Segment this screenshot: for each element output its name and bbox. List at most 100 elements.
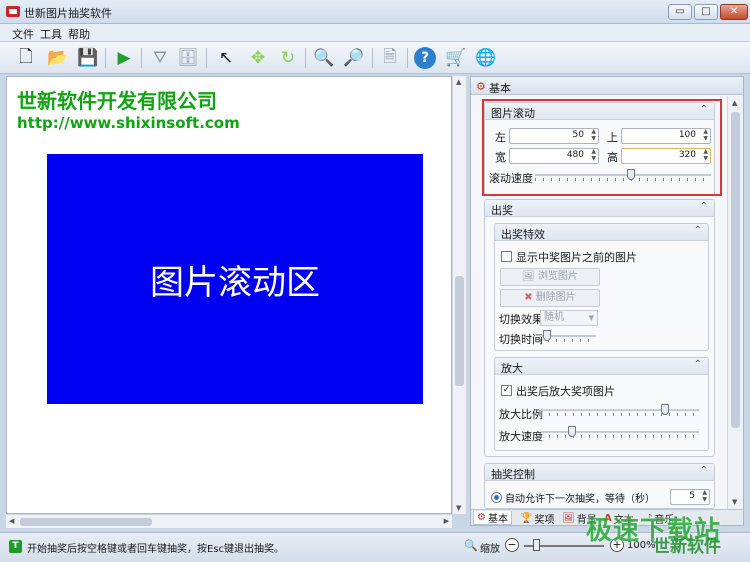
title-bar: 世新图片抽奖软件 ▭ □ ✕	[0, 0, 750, 24]
slider-thumb[interactable]	[543, 330, 551, 341]
minimize-button[interactable]: ▭	[668, 4, 692, 20]
auto-next-radio[interactable]	[491, 492, 502, 503]
move-icon[interactable]: ✥	[246, 46, 270, 70]
toolbar-separator	[372, 48, 373, 68]
enlarge-section: 放大 ⌃ ✓ 出奖后放大奖项图片 放大比例 放大速度	[494, 357, 709, 451]
section-header[interactable]: 抽奖控制 ⌃	[485, 464, 714, 481]
enlarge-speed-label: 放大速度	[499, 430, 543, 443]
section-header[interactable]: 出奖特效 ⌃	[495, 224, 708, 241]
pointer-icon[interactable]: ↖	[214, 46, 238, 70]
image-scroll-area-label: 图片滚动区	[150, 262, 320, 303]
gear-icon: ⚙	[476, 80, 486, 93]
collapse-icon[interactable]: ⌃	[694, 359, 702, 370]
zoom-out-button[interactable]: −	[505, 538, 519, 552]
browse-images-button[interactable]: 🖼 浏览图片	[500, 268, 600, 286]
tab-label: 基本	[487, 514, 508, 525]
tab-prizes[interactable]: 🏆 奖项	[517, 511, 557, 526]
toolbar-separator	[407, 48, 408, 68]
show-previous-label: 显示中奖图片之前的图片	[516, 251, 637, 264]
tab-label: 奖项	[534, 514, 555, 526]
status-icon: T	[9, 540, 22, 553]
panel-header: ⚙ 基本	[471, 77, 743, 95]
scroll-left-icon[interactable]: ◀	[9, 517, 14, 525]
zoom-slider-thumb[interactable]	[533, 539, 540, 551]
switch-effect-label: 切换效果	[499, 313, 543, 326]
toolbar-separator	[206, 48, 207, 68]
highlight-box	[482, 99, 722, 196]
scrollbar-thumb[interactable]	[731, 112, 740, 428]
zoom-label: 缩放	[480, 544, 500, 555]
scrollbar-thumb[interactable]	[455, 276, 464, 386]
section-title: 出奖	[491, 204, 513, 217]
chevron-down-icon: ▼	[588, 314, 594, 322]
section-header[interactable]: 出奖 ⌃	[485, 200, 714, 217]
page-icon[interactable]: 🗎	[378, 46, 402, 70]
zoom-in-icon[interactable]: 🔍	[312, 46, 336, 70]
enlarge-checkbox[interactable]: ✓	[501, 385, 512, 396]
scroll-up-icon[interactable]: ▲	[456, 78, 461, 86]
company-url: http://www.shixinsoft.com	[17, 114, 240, 132]
auto-next-label: 自动允许下一次抽奖，等待（秒）	[505, 494, 655, 505]
section-title: 抽奖控制	[491, 468, 535, 481]
scroll-right-icon[interactable]: ▶	[444, 517, 449, 525]
close-button[interactable]: ✕	[720, 4, 748, 20]
canvas-vertical-scrollbar[interactable]: ▲ ▼	[452, 76, 466, 514]
wait-seconds-field[interactable]: 5 ▲ ▼	[670, 489, 710, 505]
watermark-brand: 世新软件	[653, 537, 721, 557]
delete-icon: ✖	[524, 292, 533, 303]
toolbar: 🗋 📂 💾 ▶ ⛛ 🗄 ↖ ✥ ↻ 🔍 🔎 🗎 ? 🛒 🌐	[0, 42, 750, 74]
help-icon[interactable]: ?	[414, 47, 436, 69]
delete-images-button[interactable]: ✖ 删除图片	[500, 289, 600, 307]
refresh-icon[interactable]: ↻	[276, 46, 300, 70]
app-icon	[6, 6, 20, 17]
prize-icon: 🏆	[520, 512, 533, 524]
switch-time-slider[interactable]	[540, 330, 596, 344]
globe-icon[interactable]: 🌐	[474, 46, 498, 70]
filter-icon[interactable]: ⛛	[148, 46, 172, 70]
maximize-button[interactable]: □	[694, 4, 718, 20]
preview-canvas: 世新软件开发有限公司 http://www.shixinsoft.com 图片滚…	[6, 76, 452, 514]
switch-time-label: 切换时间	[499, 333, 543, 346]
image-scroll-area[interactable]: 图片滚动区	[47, 154, 423, 404]
scrollbar-thumb[interactable]	[20, 518, 152, 526]
scroll-up-icon[interactable]: ▲	[732, 99, 737, 107]
prize-section: 出奖 ⌃ 出奖特效 ⌃ 显示中奖图片之前的图片 🖼 浏览图片 ✖ 删除图片 切换…	[484, 199, 715, 457]
show-previous-checkbox[interactable]	[501, 251, 512, 262]
collapse-icon[interactable]: ⌃	[694, 225, 702, 236]
toolbar-separator	[305, 48, 306, 68]
status-text: 开始抽奖后按空格键或者回车键抽奖，按Esc键退出抽奖。	[27, 544, 285, 555]
menu-help[interactable]: 帮助	[68, 26, 90, 42]
zoom-out-icon[interactable]: 🔎	[342, 46, 366, 70]
toolbar-separator	[141, 48, 142, 68]
scroll-down-icon[interactable]: ▼	[456, 504, 461, 512]
canvas-horizontal-scrollbar[interactable]: ◀ ▶	[6, 514, 452, 528]
slider-thumb[interactable]	[568, 426, 576, 437]
browse-images-label: 浏览图片	[537, 271, 578, 282]
menu-tools[interactable]: 工具	[40, 26, 62, 42]
cart-icon[interactable]: 🛒	[444, 46, 468, 70]
enlarge-ratio-slider[interactable]	[541, 404, 699, 418]
enlarge-ratio-label: 放大比例	[499, 408, 543, 421]
save-icon[interactable]: 💾	[76, 46, 100, 70]
panel-scrollbar[interactable]: ▲ ▼	[727, 96, 743, 509]
section-header[interactable]: 放大 ⌃	[495, 358, 708, 375]
database-icon[interactable]: 🗄	[176, 46, 200, 70]
open-icon[interactable]: 📂	[46, 46, 70, 70]
new-icon[interactable]: 🗋	[14, 46, 38, 70]
play-icon[interactable]: ▶	[112, 46, 136, 70]
image-icon: 🖼	[522, 271, 535, 282]
enlarge-speed-slider[interactable]	[541, 426, 699, 440]
switch-effect-select[interactable]: 随机 ▼	[540, 310, 598, 326]
tab-basic[interactable]: ⚙ 基本	[473, 511, 512, 525]
menu-bar: 文件 工具 帮助	[0, 24, 750, 42]
collapse-icon[interactable]: ⌃	[700, 465, 708, 476]
collapse-icon[interactable]: ⌃	[700, 201, 708, 212]
delete-images-label: 删除图片	[535, 292, 576, 303]
slider-thumb[interactable]	[661, 404, 669, 415]
section-title: 放大	[501, 362, 523, 375]
magnifier-icon: 🔍	[464, 539, 478, 552]
draw-control-section: 抽奖控制 ⌃ 自动允许下一次抽奖，等待（秒） 5 ▲ ▼	[484, 463, 715, 509]
scroll-down-icon[interactable]: ▼	[732, 498, 737, 506]
panel-title: 基本	[489, 82, 511, 95]
menu-file[interactable]: 文件	[12, 26, 34, 42]
